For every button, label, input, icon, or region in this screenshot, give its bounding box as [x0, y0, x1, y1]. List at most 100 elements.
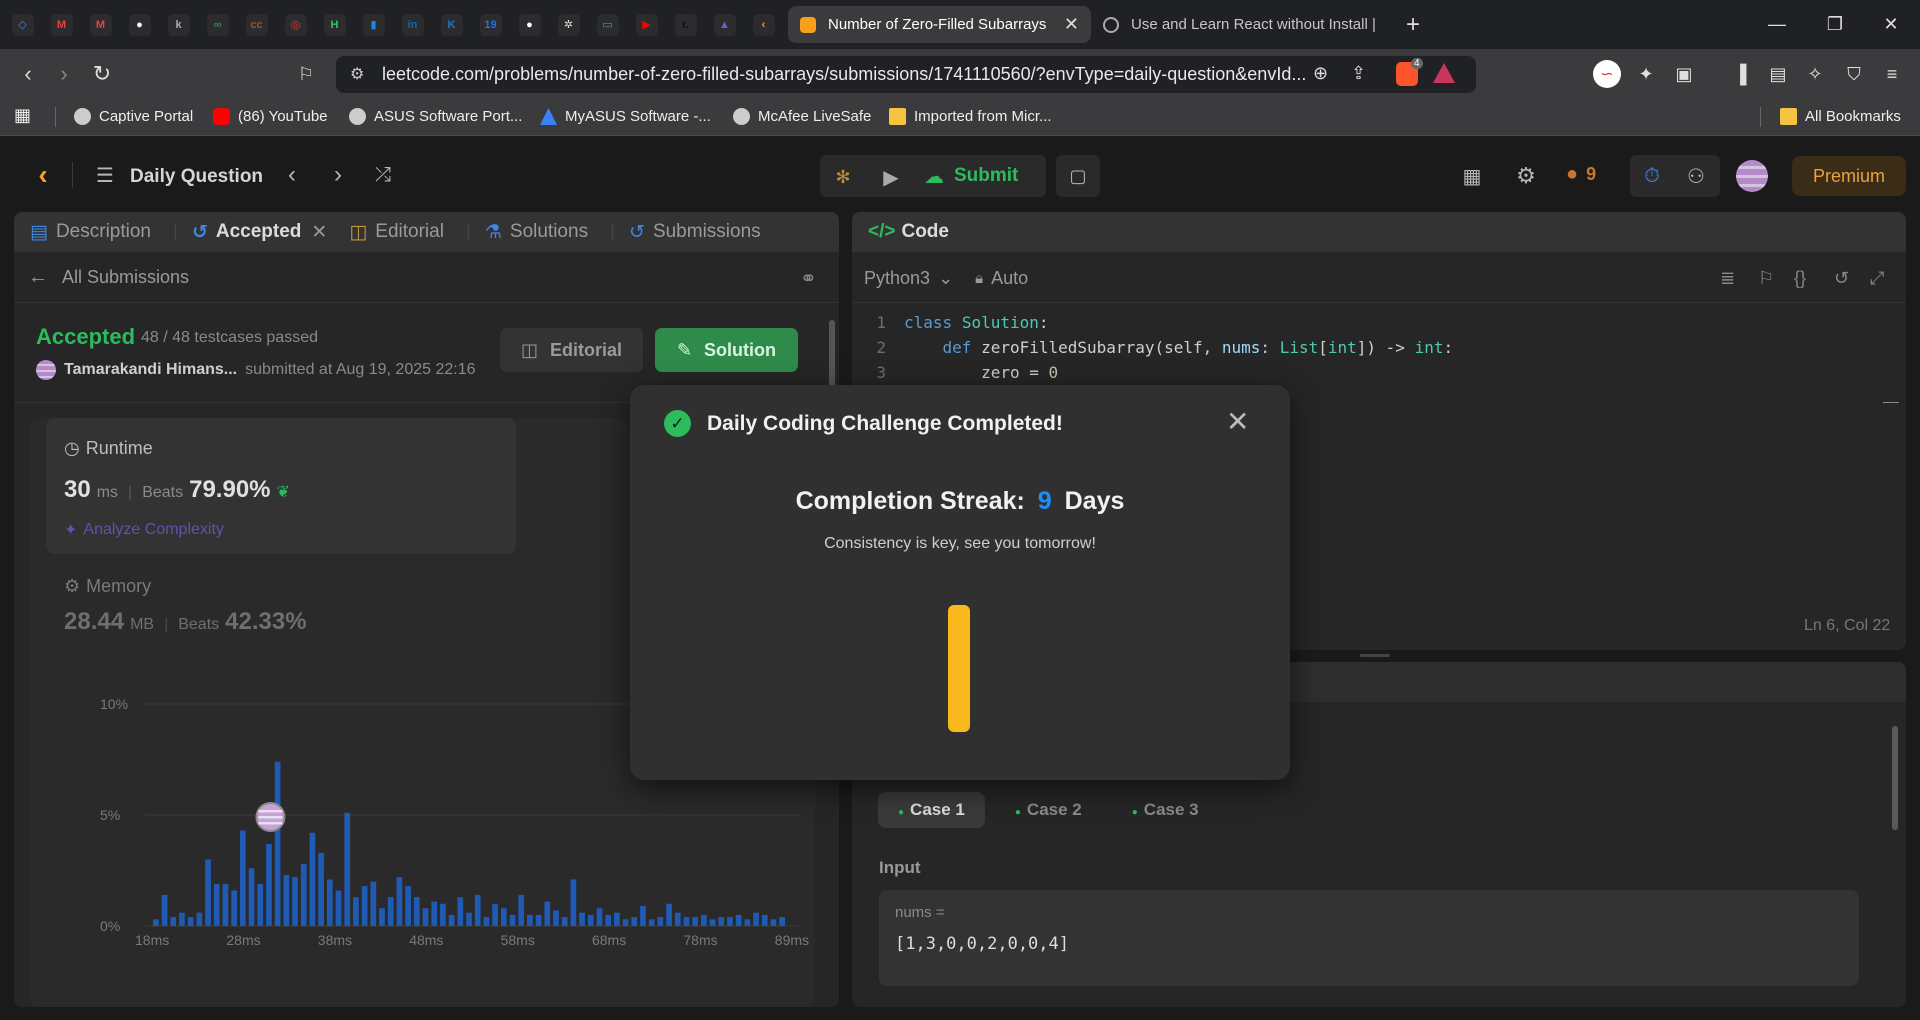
chart-bar[interactable]: [405, 886, 411, 926]
chart-bar[interactable]: [744, 919, 751, 926]
chart-bar[interactable]: [692, 917, 699, 926]
bookmark-myasus[interactable]: MyASUS Software -...: [540, 108, 711, 125]
chart-bar[interactable]: [344, 812, 351, 926]
chart-bar[interactable]: [187, 917, 194, 926]
premium-button[interactable]: Premium: [1792, 156, 1906, 196]
debug-icon[interactable]: ✻: [828, 162, 858, 192]
bookmark-icon[interactable]: ⚐: [1758, 268, 1774, 289]
bookmark-captive-portal[interactable]: Captive Portal: [74, 108, 193, 125]
pinned-tab[interactable]: H: [316, 6, 353, 43]
chart-bar[interactable]: [318, 852, 324, 926]
back-icon[interactable]: ‹: [16, 61, 40, 86]
all-submissions-link[interactable]: ← All Submissions: [28, 266, 189, 289]
chart-bar[interactable]: [770, 919, 777, 926]
language-select[interactable]: Python3: [864, 268, 930, 289]
chart-bar[interactable]: [761, 914, 768, 926]
chart-bar[interactable]: [274, 761, 281, 926]
chart-bar[interactable]: [231, 890, 237, 926]
memory-card[interactable]: ⚙ Memory 28.44 MB | Beats 42.33%: [46, 566, 516, 676]
chart-bar[interactable]: [466, 912, 472, 926]
pinned-tab[interactable]: ▮: [355, 6, 392, 43]
tab-description[interactable]: ▤ Description: [30, 221, 151, 244]
pinned-tab[interactable]: ‹: [745, 6, 782, 43]
chart-bar[interactable]: [718, 917, 725, 926]
chart-bar[interactable]: [518, 894, 525, 926]
address-bar[interactable]: ⚙ leetcode.com/problems/number-of-zero-f…: [336, 56, 1476, 93]
close-window-icon[interactable]: ✕: [1862, 0, 1920, 49]
chart-bar[interactable]: [361, 886, 368, 926]
chart-bar[interactable]: [283, 874, 290, 926]
chart-bar[interactable]: [683, 917, 690, 926]
zoom-icon[interactable]: ⊕: [1313, 63, 1328, 84]
chart-bar[interactable]: [474, 894, 481, 926]
pinned-tab[interactable]: 19: [472, 6, 509, 43]
chart-bar[interactable]: [205, 859, 211, 926]
wallet-icon[interactable]: ▤: [1766, 62, 1790, 86]
chart-bar[interactable]: [222, 883, 229, 926]
chart-bar[interactable]: [353, 897, 359, 926]
sparkle-icon[interactable]: ✧: [1803, 62, 1827, 86]
chart-bar[interactable]: [587, 914, 594, 926]
restore-icon[interactable]: ❐: [1806, 0, 1864, 49]
chart-bar[interactable]: [300, 863, 307, 926]
forward-icon[interactable]: ›: [52, 61, 76, 86]
chart-bar[interactable]: [422, 908, 429, 926]
chart-bar[interactable]: [666, 903, 672, 926]
avatar[interactable]: [1736, 160, 1768, 192]
bookmark-imported[interactable]: Imported from Micr...: [889, 108, 1052, 125]
shuffle-icon[interactable]: ⤮: [370, 162, 396, 188]
pinned-tab[interactable]: in: [394, 6, 431, 43]
bookmark-mcafee[interactable]: McAfee LiveSafe: [733, 108, 871, 125]
solution-button[interactable]: ✎ Solution: [655, 328, 798, 372]
pinned-tab[interactable]: cc: [238, 6, 275, 43]
pinned-tab[interactable]: ●: [121, 6, 158, 43]
tab-editorial[interactable]: ◫ Editorial: [349, 221, 444, 244]
vpn-icon[interactable]: ⛉: [1842, 62, 1866, 86]
runtime-card[interactable]: ◷ Runtime 30 ms | Beats 79.90% ❦ ✦ Analyze…: [46, 418, 516, 554]
pinned-tab[interactable]: M: [82, 6, 119, 43]
chart-bar[interactable]: [492, 903, 498, 926]
settings-icon[interactable]: ⚙: [1512, 162, 1540, 190]
chart-bar[interactable]: [579, 912, 585, 926]
link-icon[interactable]: ⚭: [800, 266, 817, 291]
add-friend-icon[interactable]: ⚇: [1682, 162, 1710, 190]
chart-bar[interactable]: [396, 877, 403, 926]
close-tab-icon[interactable]: ✕: [311, 221, 327, 244]
sidebar-icon[interactable]: ▐: [1728, 62, 1752, 86]
streak-counter[interactable]: ● 9: [1566, 163, 1596, 186]
chart-bar[interactable]: [657, 917, 664, 926]
list-icon[interactable]: ☰: [92, 162, 118, 188]
new-tab-button[interactable]: +: [1394, 6, 1432, 43]
chart-bar[interactable]: [257, 883, 264, 926]
minimize-icon[interactable]: —: [1748, 0, 1806, 49]
apps-icon[interactable]: ▦: [14, 105, 31, 126]
tab-accepted[interactable]: ↺ Accepted ✕: [192, 221, 327, 244]
chart-bar[interactable]: [605, 914, 612, 926]
chart-bar[interactable]: [500, 908, 507, 926]
scrollbar[interactable]: [1890, 712, 1900, 1002]
reader-icon[interactable]: ▣: [1672, 62, 1696, 86]
chart-bar[interactable]: [266, 843, 272, 926]
chevron-down-icon[interactable]: ⌄: [938, 268, 953, 289]
chart-bar[interactable]: [553, 910, 559, 926]
pinned-tab[interactable]: ✲: [550, 6, 587, 43]
chart-bar[interactable]: [335, 890, 342, 926]
pinned-tab[interactable]: ▭: [589, 6, 626, 43]
chart-bar[interactable]: [309, 832, 316, 926]
chart-bar[interactable]: [248, 868, 255, 926]
bookmark-youtube[interactable]: (86) YouTube: [213, 108, 328, 125]
pinned-tab[interactable]: ▲: [706, 6, 743, 43]
all-bookmarks[interactable]: All Bookmarks: [1780, 108, 1901, 125]
chart-bar[interactable]: [387, 897, 394, 926]
chart-bar[interactable]: [614, 912, 620, 926]
pinned-tab[interactable]: ◎: [277, 6, 314, 43]
analyze-complexity-link[interactable]: ✦ Analyze Complexity: [64, 520, 224, 540]
reload-icon[interactable]: ↻: [90, 61, 114, 86]
chart-bar[interactable]: [727, 917, 733, 926]
chart-bar[interactable]: [640, 906, 646, 926]
tab-react[interactable]: Use and Learn React without Install |: [1091, 6, 1394, 43]
pinned-tab[interactable]: r.: [667, 6, 704, 43]
chart-bar[interactable]: [239, 830, 246, 926]
chart-bar[interactable]: [170, 917, 177, 926]
close-icon[interactable]: ✕: [1226, 405, 1249, 438]
